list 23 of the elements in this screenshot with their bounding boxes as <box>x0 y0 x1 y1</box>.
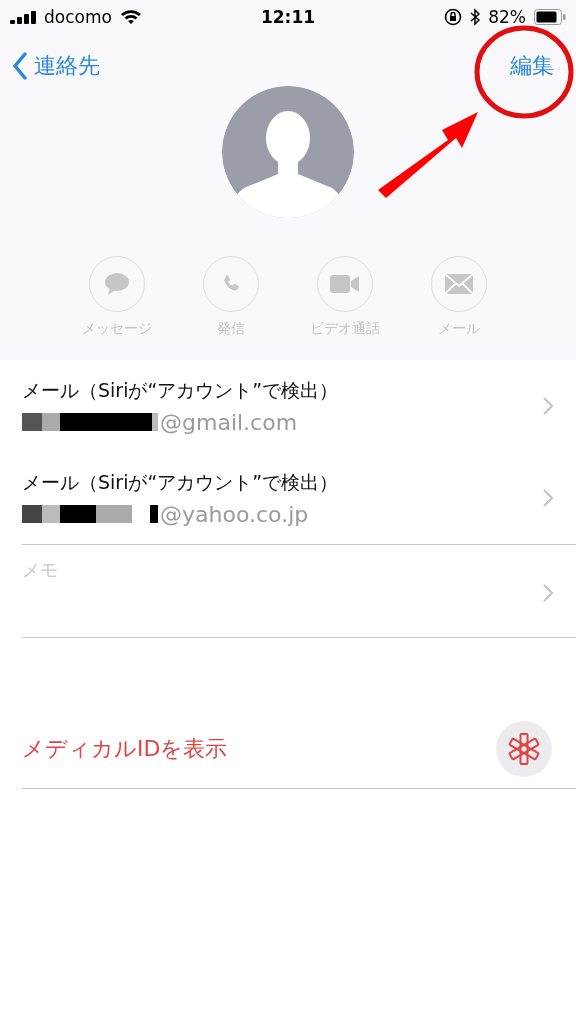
speech-bubble-icon <box>104 272 130 296</box>
wifi-icon <box>119 9 142 25</box>
field-label: メール（Siriが“アカウント”で検出） <box>22 469 340 495</box>
chevron-icon <box>542 488 554 508</box>
field-label: メール（Siriが“アカウント”で検出） <box>22 377 340 403</box>
video-camera-icon <box>330 275 360 293</box>
back-chevron-icon <box>12 52 28 80</box>
envelope-icon <box>445 274 473 294</box>
email-address: @yahoo.co.jp <box>160 501 309 527</box>
carrier-name: docomo <box>44 7 112 27</box>
rotation-lock-icon <box>444 8 463 26</box>
medical-id-link[interactable]: メディカルIDを表示 <box>22 734 496 764</box>
chevron-icon <box>542 583 554 603</box>
edit-link[interactable]: 編集 <box>510 51 554 81</box>
memo-field[interactable]: メモ <box>22 559 542 580</box>
chevron-icon <box>542 396 554 416</box>
battery-icon <box>534 9 566 25</box>
back-link[interactable]: 連絡先 <box>12 51 100 81</box>
signal-icon <box>10 10 36 24</box>
battery-percent: 82% <box>488 7 526 27</box>
bluetooth-icon <box>470 8 481 26</box>
status-time: 12:11 <box>260 7 316 27</box>
email-address: @gmail.com <box>160 409 298 435</box>
